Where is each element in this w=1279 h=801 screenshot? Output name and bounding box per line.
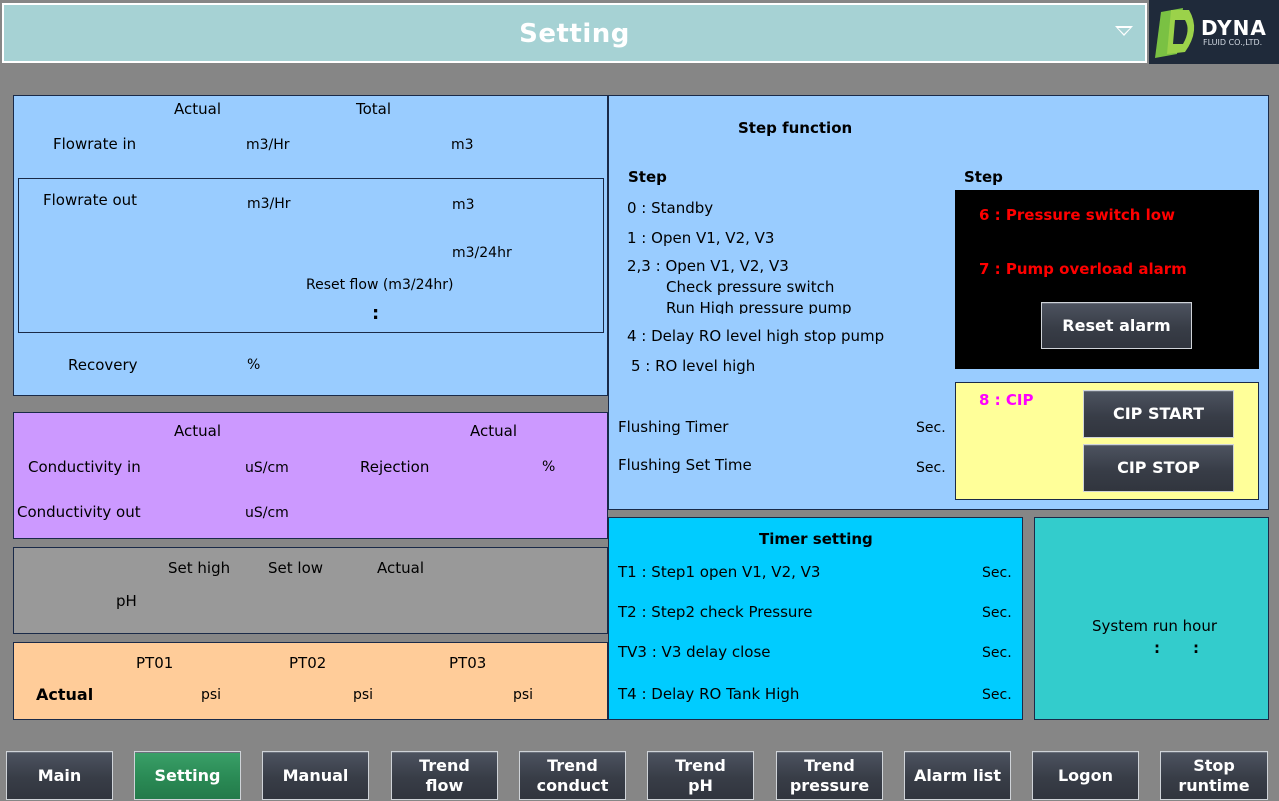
- chevron-down-icon[interactable]: [1115, 26, 1133, 36]
- rejection-label: Rejection: [360, 458, 430, 476]
- conductivity-panel: Actual Actual Conductivity in uS/cm Reje…: [13, 412, 608, 539]
- alarm-7-text: 7 : Pump overload alarm: [979, 260, 1187, 278]
- pt01-unit: psi: [201, 687, 222, 703]
- timer-tv3-unit: Sec.: [982, 645, 1012, 661]
- cip-label: 8 : CIP: [979, 391, 1034, 409]
- flushing-set-time-unit: Sec.: [916, 460, 946, 476]
- cip-panel: 8 : CIP CIP START CIP STOP: [955, 382, 1259, 500]
- daily-flow-unit: m3/24hr: [452, 245, 512, 261]
- step-5-text: 5 : RO level high: [631, 357, 756, 375]
- ph-label: pH: [116, 592, 137, 610]
- alarm-6-text: 6 : Pressure switch low: [979, 206, 1175, 224]
- step-0-text: 0 : Standby: [627, 199, 714, 217]
- timer-t1-label: T1 : Step1 open V1, V2, V3: [618, 563, 821, 581]
- step-4-text: 4 : Delay RO level high stop pump: [627, 327, 885, 345]
- recovery-label: Recovery: [68, 356, 138, 374]
- step-right-header: Step: [964, 168, 1003, 186]
- system-run-hour-panel: System run hour : :: [1034, 517, 1269, 720]
- ph-set-high-header: Set high: [168, 559, 231, 577]
- rejection-unit: %: [542, 459, 556, 475]
- nav-stop-runtime-line1: Stop: [1193, 755, 1235, 775]
- flow-actual-header: Actual: [174, 100, 221, 118]
- flushing-set-time-label: Flushing Set Time: [618, 456, 752, 474]
- flushing-timer-unit: Sec.: [916, 420, 946, 436]
- conductivity-in-label: Conductivity in: [28, 458, 141, 476]
- timer-tv3-label: TV3 : V3 delay close: [618, 643, 771, 661]
- timer-t4-label: T4 : Delay RO Tank High: [618, 685, 800, 703]
- nav-trend-pressure-line2: pressure: [789, 775, 870, 795]
- nav-trend-ph-line2: pH: [688, 775, 713, 795]
- nav-trend-flow-button[interactable]: Trend flow: [391, 751, 498, 800]
- nav-trend-conduct-button[interactable]: Trend conduct: [519, 751, 626, 800]
- timer-t2-label: T2 : Step2 check Pressure: [618, 603, 813, 621]
- flushing-timer-label: Flushing Timer: [618, 418, 729, 436]
- system-run-hour-label: System run hour: [1092, 617, 1218, 635]
- timer-t4-unit: Sec.: [982, 687, 1012, 703]
- nav-trend-ph-line1: Trend: [675, 755, 726, 775]
- step-left-header: Step: [628, 168, 667, 186]
- run-hour-separator-2: :: [1193, 639, 1199, 657]
- step-23-line2: Check pressure switch: [666, 278, 835, 296]
- conductivity-out-label: Conductivity out: [17, 503, 141, 521]
- step-function-title: Step function: [738, 119, 853, 137]
- nav-trend-pressure-button[interactable]: Trend pressure: [776, 751, 883, 800]
- conductivity-in-unit: uS/cm: [245, 460, 289, 476]
- nav-logon-button[interactable]: Logon: [1032, 751, 1139, 800]
- flowrate-in-total-unit: m3: [451, 137, 474, 153]
- nav-trend-pressure-line1: Trend: [804, 755, 855, 775]
- nav-stop-runtime-line2: runtime: [1178, 775, 1250, 795]
- nav-trend-flow-line1: Trend: [419, 755, 470, 775]
- reset-flow-colon: :: [372, 303, 380, 324]
- rejection-actual-header: Actual: [470, 422, 517, 440]
- cip-stop-button[interactable]: CIP STOP: [1083, 444, 1234, 492]
- reset-alarm-button[interactable]: Reset alarm: [1041, 302, 1192, 349]
- nav-trend-conduct-line2: conduct: [536, 775, 609, 795]
- nav-trend-ph-button[interactable]: Trend pH: [647, 751, 754, 800]
- alarm-panel: 6 : Pressure switch low 7 : Pump overloa…: [955, 190, 1259, 369]
- flowrate-in-unit: m3/Hr: [246, 137, 290, 153]
- nav-trend-flow-line2: flow: [425, 775, 464, 795]
- header-bar[interactable]: Setting: [2, 3, 1147, 63]
- pt02-header: PT02: [289, 654, 327, 672]
- ph-panel: Set high Set low Actual pH: [13, 547, 608, 634]
- nav-alarm-list-button[interactable]: Alarm list: [904, 751, 1011, 800]
- reset-flow-label: Reset flow (m3/24hr): [306, 277, 454, 293]
- run-hour-separator-1: :: [1154, 639, 1160, 657]
- nav-setting-button[interactable]: Setting: [134, 751, 241, 800]
- step-23-text: 2,3 : Open V1, V2, V3: [627, 257, 789, 275]
- ph-actual-header: Actual: [377, 559, 424, 577]
- cond-actual-header: Actual: [174, 422, 221, 440]
- ph-set-low-header: Set low: [268, 559, 324, 577]
- timer-t1-unit: Sec.: [982, 565, 1012, 581]
- flow-panel: Actual Total Flowrate in m3/Hr m3 Flowra…: [13, 95, 608, 396]
- logo-brand-text: DYNA: [1201, 16, 1267, 40]
- step-1-text: 1 : Open V1, V2, V3: [627, 229, 775, 247]
- step-23-line3: Run High pressure pump: [666, 299, 852, 314]
- nav-trend-conduct-line1: Trend: [547, 755, 598, 775]
- flowrate-in-label: Flowrate in: [53, 135, 137, 153]
- flowrate-out-total-unit: m3: [452, 197, 475, 213]
- nav-manual-button[interactable]: Manual: [262, 751, 369, 800]
- conductivity-out-unit: uS/cm: [245, 505, 289, 521]
- pt03-header: PT03: [449, 654, 487, 672]
- recovery-unit: %: [247, 357, 261, 373]
- pt02-unit: psi: [353, 687, 374, 703]
- pressure-panel: PT01 PT02 PT03 Actual psi psi psi: [13, 642, 608, 720]
- flowrate-out-label: Flowrate out: [43, 191, 138, 209]
- timer-setting-panel: Timer setting T1 : Step1 open V1, V2, V3…: [608, 517, 1023, 720]
- company-logo: DYNA FLUID CO.,LTD.: [1149, 0, 1279, 64]
- nav-main-button[interactable]: Main: [6, 751, 113, 800]
- pressure-actual-label: Actual: [36, 685, 94, 704]
- nav-stop-runtime-button[interactable]: Stop runtime: [1160, 751, 1268, 800]
- timer-setting-title: Timer setting: [759, 530, 873, 548]
- timer-t2-unit: Sec.: [982, 605, 1012, 621]
- pt01-header: PT01: [136, 654, 174, 672]
- flow-out-group: Flowrate out m3/Hr m3 m3/24hr Reset flow…: [18, 178, 604, 333]
- flow-total-header: Total: [356, 100, 392, 118]
- page-title: Setting: [519, 19, 630, 49]
- logo-sub-text: FLUID CO.,LTD.: [1203, 38, 1263, 47]
- cip-start-button[interactable]: CIP START: [1083, 390, 1234, 438]
- flowrate-out-unit: m3/Hr: [247, 196, 291, 212]
- pt03-unit: psi: [513, 687, 534, 703]
